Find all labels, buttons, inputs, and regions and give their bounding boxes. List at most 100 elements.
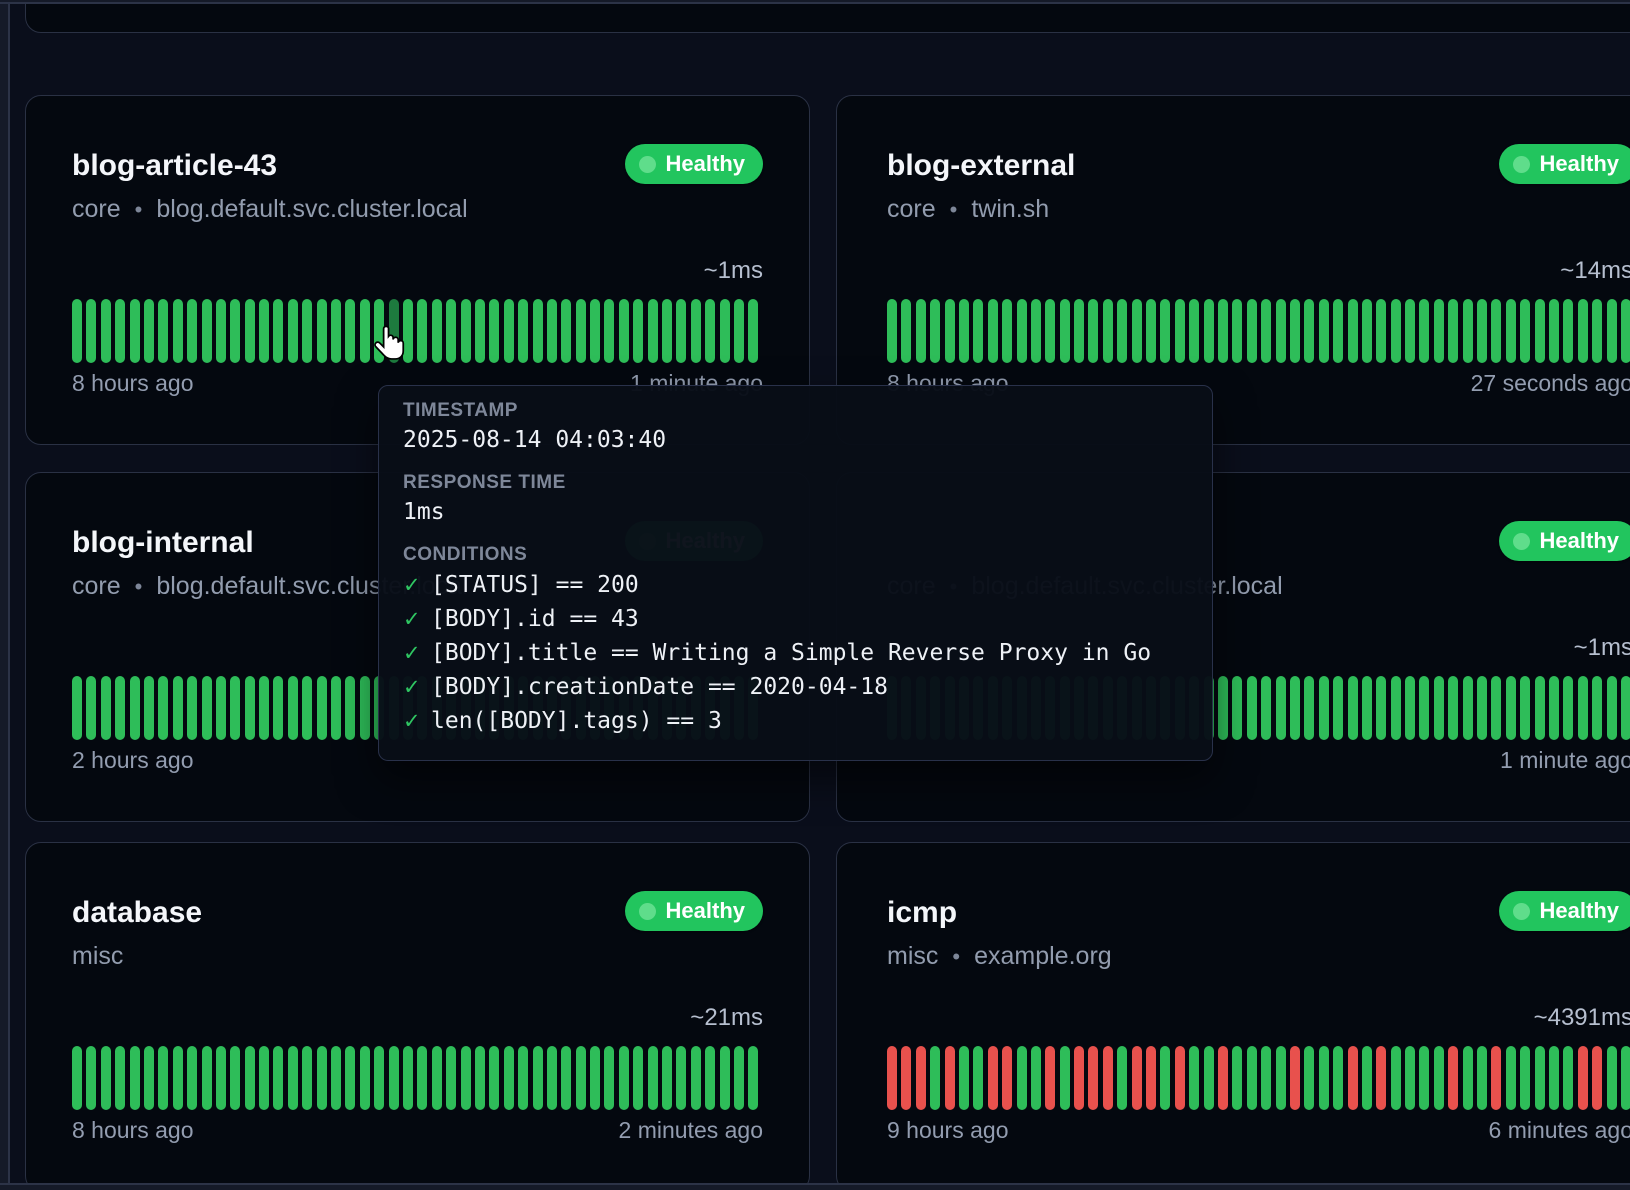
uptime-bar[interactable] — [1060, 299, 1070, 363]
card-database[interactable]: database misc Healthy ~21ms 8 hours ago … — [25, 842, 810, 1190]
uptime-bar[interactable] — [1563, 1046, 1573, 1110]
uptime-bar[interactable] — [202, 299, 212, 363]
uptime-bar[interactable] — [317, 676, 327, 740]
uptime-bar[interactable] — [1477, 299, 1487, 363]
uptime-bar[interactable] — [115, 676, 125, 740]
uptime-bar[interactable] — [916, 299, 926, 363]
uptime-bar[interactable] — [360, 299, 370, 363]
uptime-bar[interactable] — [1491, 1046, 1501, 1110]
uptime-bar[interactable] — [1247, 676, 1257, 740]
uptime-bar[interactable] — [173, 1046, 183, 1110]
uptime-bar[interactable] — [1204, 1046, 1214, 1110]
uptime-bar[interactable] — [1535, 676, 1545, 740]
uptime-bar[interactable] — [604, 1046, 614, 1110]
uptime-bar[interactable] — [1578, 299, 1588, 363]
uptime-bar[interactable] — [1549, 676, 1559, 740]
uptime-bar[interactable] — [1261, 676, 1271, 740]
uptime-bar[interactable] — [1607, 676, 1617, 740]
uptime-bar[interactable] — [1103, 1046, 1113, 1110]
uptime-bar[interactable] — [959, 299, 969, 363]
uptime-bar[interactable] — [101, 299, 111, 363]
uptime-bar[interactable] — [216, 1046, 226, 1110]
uptime-bar[interactable] — [533, 1046, 543, 1110]
uptime-bar[interactable] — [461, 1046, 471, 1110]
uptime-bar[interactable] — [1448, 676, 1458, 740]
uptime-bar[interactable] — [604, 299, 614, 363]
uptime-bar[interactable] — [1232, 299, 1242, 363]
uptime-bar[interactable] — [504, 1046, 514, 1110]
uptime-bar[interactable] — [374, 299, 384, 363]
uptime-bar[interactable] — [705, 299, 715, 363]
uptime-bar[interactable] — [288, 299, 298, 363]
uptime-bar[interactable] — [973, 299, 983, 363]
uptime-bar[interactable] — [1333, 1046, 1343, 1110]
uptime-bar[interactable] — [1031, 1046, 1041, 1110]
uptime-bar[interactable] — [1448, 1046, 1458, 1110]
uptime-bar[interactable] — [590, 299, 600, 363]
uptime-bar[interactable] — [959, 1046, 969, 1110]
uptime-bar[interactable] — [988, 1046, 998, 1110]
uptime-bar[interactable] — [930, 1046, 940, 1110]
uptime-bar[interactable] — [748, 1046, 758, 1110]
uptime-bar[interactable] — [1132, 1046, 1142, 1110]
uptime-bar[interactable] — [1419, 1046, 1429, 1110]
uptime-bar[interactable] — [489, 299, 499, 363]
uptime-bar[interactable] — [1175, 1046, 1185, 1110]
uptime-bar[interactable] — [1607, 299, 1617, 363]
uptime-bar[interactable] — [720, 299, 730, 363]
uptime-bar[interactable] — [360, 676, 370, 740]
uptime-bar[interactable] — [1578, 1046, 1588, 1110]
uptime-bar[interactable] — [547, 1046, 557, 1110]
uptime-bar[interactable] — [648, 299, 658, 363]
uptime-bar[interactable] — [144, 1046, 154, 1110]
uptime-bar[interactable] — [1017, 1046, 1027, 1110]
uptime-bar[interactable] — [1405, 676, 1415, 740]
uptime-bar[interactable] — [317, 299, 327, 363]
uptime-bar[interactable] — [389, 1046, 399, 1110]
uptime-bar[interactable] — [230, 299, 240, 363]
uptime-bar[interactable] — [1592, 676, 1602, 740]
uptime-bar[interactable] — [417, 299, 427, 363]
uptime-bar[interactable] — [1563, 676, 1573, 740]
uptime-bar[interactable] — [1002, 1046, 1012, 1110]
uptime-bar[interactable] — [533, 299, 543, 363]
uptime-bar[interactable] — [144, 676, 154, 740]
uptime-bar[interactable] — [1448, 299, 1458, 363]
uptime-bar[interactable] — [1391, 299, 1401, 363]
uptime-bar[interactable] — [1348, 1046, 1358, 1110]
uptime-bar[interactable] — [1434, 299, 1444, 363]
uptime-bar[interactable] — [691, 299, 701, 363]
uptime-bar[interactable] — [1592, 299, 1602, 363]
uptime-bar[interactable] — [345, 1046, 355, 1110]
uptime-bar[interactable] — [331, 676, 341, 740]
uptime-bar[interactable] — [1276, 676, 1286, 740]
uptime-bar[interactable] — [489, 1046, 499, 1110]
uptime-bar[interactable] — [187, 299, 197, 363]
uptime-bar[interactable] — [302, 1046, 312, 1110]
uptime-bar[interactable] — [475, 299, 485, 363]
uptime-bar[interactable] — [1060, 1046, 1070, 1110]
uptime-bar[interactable] — [245, 1046, 255, 1110]
uptime-bar[interactable] — [1535, 299, 1545, 363]
uptime-bar[interactable] — [302, 299, 312, 363]
uptime-bar[interactable] — [86, 676, 96, 740]
uptime-bar[interactable] — [619, 1046, 629, 1110]
uptime-bar[interactable] — [676, 1046, 686, 1110]
uptime-bar[interactable] — [331, 1046, 341, 1110]
uptime-bar[interactable] — [1103, 299, 1113, 363]
uptime-bar[interactable] — [1304, 299, 1314, 363]
uptime-bar[interactable] — [648, 1046, 658, 1110]
uptime-bar[interactable] — [887, 299, 897, 363]
uptime-bar[interactable] — [1132, 299, 1142, 363]
uptime-bar[interactable] — [187, 1046, 197, 1110]
uptime-bar[interactable] — [1463, 676, 1473, 740]
uptime-bar[interactable] — [518, 1046, 528, 1110]
uptime-bar[interactable] — [720, 1046, 730, 1110]
uptime-bar[interactable] — [230, 676, 240, 740]
uptime-bar[interactable] — [1247, 299, 1257, 363]
uptime-bar[interactable] — [158, 676, 168, 740]
uptime-bar[interactable] — [1506, 1046, 1516, 1110]
uptime-bar[interactable] — [130, 1046, 140, 1110]
uptime-bar[interactable] — [1232, 676, 1242, 740]
uptime-bar[interactable] — [662, 1046, 672, 1110]
